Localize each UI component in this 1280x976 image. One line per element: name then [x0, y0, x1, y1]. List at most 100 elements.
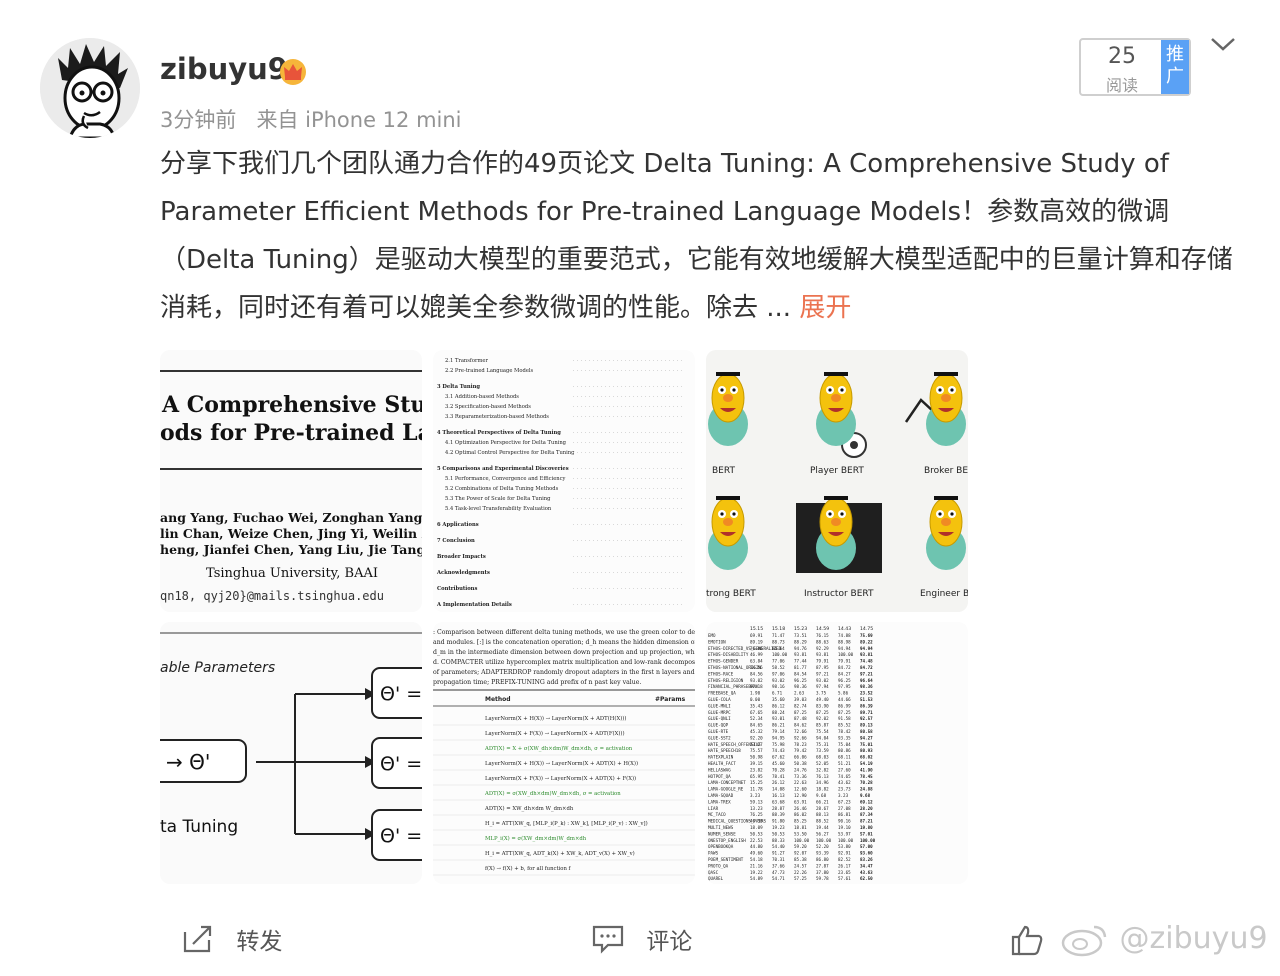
results-cell: 45.60 — [772, 761, 785, 766]
results-cell: 3.75 — [816, 691, 827, 696]
table-row: MLP_i(X) = σ(XW_dm×dm)W_dm×dh — [485, 835, 587, 842]
results-cell: 82.52 — [838, 857, 851, 862]
results-cell: LIAR — [708, 806, 719, 811]
comment-label: 评论 — [646, 929, 693, 955]
image-method-table[interactable]: : Comparison between different delta tun… — [433, 622, 695, 884]
results-cell: 88.39 — [772, 812, 785, 817]
forward-icon — [183, 925, 212, 953]
table-row: ADT(X) = XW_dh×dm W_dm×dh — [484, 805, 574, 812]
results-cell: 86.64 — [772, 646, 785, 651]
bert-hair — [934, 496, 958, 500]
results-cell: LAMA-GOOGLE_RE — [708, 787, 744, 792]
results-cell: 0.00 — [750, 697, 761, 702]
results-cell: 93.02 — [816, 678, 829, 683]
results-cell: GLUE-QNLI — [708, 716, 731, 721]
results-cell: 27.87 — [816, 863, 829, 868]
results-cell: 19.10 — [838, 825, 851, 830]
results-header-cell: 14.59 — [816, 626, 829, 632]
results-cell: 53.50 — [794, 831, 807, 836]
theta-prime-2: Θ' = — [380, 753, 422, 775]
table-caption-line: of parameters; ADAPTERDROP randomly drop… — [433, 669, 695, 676]
results-cell: 79.91 — [816, 659, 829, 664]
chevron-down-icon[interactable] — [1210, 34, 1236, 54]
results-cell: 94.94 — [838, 646, 851, 651]
results-cell: 88.13 — [816, 812, 829, 817]
results-header-cell: 14.75 — [860, 626, 873, 632]
results-cell: 70.28 — [772, 767, 785, 772]
results-cell: OPENBOOKQA — [708, 844, 734, 849]
username[interactable]: zibuyu9 — [160, 52, 288, 86]
results-cell: EMOTION — [708, 639, 726, 644]
image-paper-title[interactable]: A Comprehensive Study ods for Pre-traine… — [160, 350, 422, 612]
results-cell: 27.60 — [838, 767, 851, 772]
results-cell: 65.95 — [750, 774, 763, 779]
results-cell: 87.34 — [860, 812, 873, 817]
results-cell: 19.80 — [860, 825, 873, 830]
results-cell: 63.91 — [794, 799, 807, 804]
results-cell: 77.06 — [772, 659, 785, 664]
image-table-of-contents[interactable]: 2.1 Transformer 2.2 Pre-trained Language … — [433, 350, 695, 612]
expand-link[interactable]: 展开 — [799, 293, 851, 323]
table-row: ADT(X) = σ(XW_dh×dm)W_dm×dh, σ = activat… — [484, 790, 621, 797]
results-cell: 84.27 — [838, 671, 851, 676]
results-cell: 54.71 — [772, 876, 785, 881]
comment-icon — [592, 925, 624, 954]
results-cell: 82.74 — [794, 703, 807, 708]
results-cell: 76.13 — [816, 774, 829, 779]
results-cell: 22.26 — [794, 870, 807, 875]
results-cell: 84.72 — [838, 665, 851, 670]
results-cell: MC_TACO — [708, 812, 726, 817]
bert-pupil — [720, 388, 724, 392]
results-cell: 16.13 — [772, 793, 785, 798]
image-results-table[interactable]: 15.15 15.18 15.23 14.59 14.43 14.75 EMO 69.91 71… — [706, 622, 968, 884]
results-cell: 86.39 — [860, 703, 873, 708]
paper-title-line1: A Comprehensive Study — [161, 392, 422, 418]
results-cell: 98.36 — [860, 684, 873, 689]
results-cell: 97.94 — [816, 684, 829, 689]
promote-button[interactable]: 推广 — [1161, 40, 1189, 94]
comment-action[interactable]: 评论 — [591, 922, 692, 956]
results-cell: 92.20 — [750, 735, 763, 740]
results-cell: 44.66 — [838, 697, 851, 702]
results-cell: 74.48 — [860, 659, 873, 664]
results-cell: 93.60 — [860, 851, 873, 856]
image-bert-characters[interactable]: BERT Player BERT Broker BE trong BERT In… — [706, 350, 968, 612]
image-delta-tuning-diagram[interactable]: able Parameters → Θ' Θ' = Θ' = Θ' = ta T… — [160, 622, 422, 884]
results-cell: FREEBASE_QA — [708, 691, 736, 696]
table-row: ADT(X) = X + σ(XW_dh×dm)W_dm×dh, σ = act… — [484, 745, 633, 752]
results-cell: 50.98 — [750, 755, 763, 760]
forward-action[interactable]: 转发 — [181, 922, 282, 956]
results-cell: 18.09 — [750, 825, 763, 830]
results-cell: 23.82 — [750, 767, 763, 772]
results-cell: HATE_SPEECH18 — [708, 748, 741, 753]
results-cell: 100.00 — [772, 652, 788, 657]
results-cell: 19.44 — [816, 825, 829, 830]
results-cell: 74.88 — [838, 633, 851, 638]
results-cell: 78.45 — [860, 774, 873, 779]
paper-authors2: lin Chan, Weize Chen, Jing Yi, Weilin Zh… — [160, 526, 422, 541]
results-cell: 22.53 — [750, 838, 763, 843]
results-cell: 94.27 — [860, 735, 873, 740]
like-icon[interactable] — [1010, 924, 1044, 956]
results-cell: 57.01 — [860, 831, 873, 836]
results-cell: 46.99 — [750, 652, 763, 657]
crown-badge-icon[interactable] — [278, 58, 308, 86]
post-time[interactable]: 3分钟前 — [160, 108, 236, 132]
results-cell: 85.87 — [816, 723, 829, 728]
table-row: LayerNorm(X + H(X)) → LayerNorm(X + ADT(… — [485, 715, 626, 722]
avatar[interactable] — [40, 38, 140, 138]
results-cell: 92.02 — [816, 716, 829, 721]
results-cell: 23.52 — [860, 691, 873, 696]
table-row: f(X) → f(X) + b, for all function f — [485, 865, 572, 872]
table-caption-line: propagation time; PREFIX-TUNING add pref… — [433, 679, 641, 686]
results-cell: 92.66 — [794, 735, 807, 740]
results-cell: 13.23 — [750, 806, 763, 811]
paper-authors3: heng, Jianfei Chen, Yang Liu, Jie Tang, … — [160, 542, 422, 557]
table-caption-line: and modules. [:] is the concatenation op… — [433, 639, 695, 646]
results-cell: 69.12 — [860, 799, 873, 804]
toc-entry: 3.1 Addition-based Methods — [445, 394, 519, 400]
results-cell: 39.15 — [750, 761, 763, 766]
results-cell: 1.90 — [750, 691, 761, 696]
toc-entry: 5.4 Task-level Transferability Evaluatio… — [445, 506, 552, 512]
post-source: 来自 iPhone 12 mini — [256, 108, 462, 132]
